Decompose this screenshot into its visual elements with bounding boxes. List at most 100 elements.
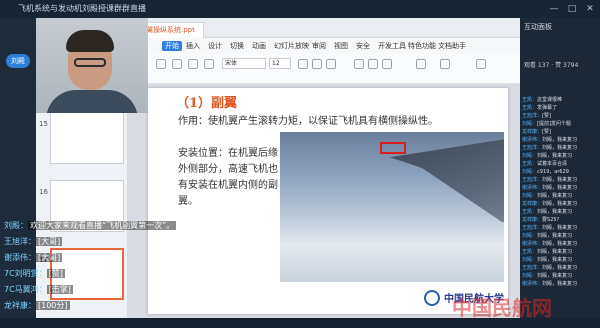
slide-title: （1）副翼 bbox=[176, 96, 238, 111]
chat-message: 王旭洋： [大哥] bbox=[4, 236, 63, 247]
panel-message-name: 王凯： bbox=[522, 105, 538, 111]
minimize-icon[interactable]: — bbox=[548, 3, 560, 15]
format-painter-icon[interactable] bbox=[204, 59, 214, 69]
panel-message: 谢添伟：刘殿，我来复习 bbox=[522, 240, 598, 248]
chat-name: 刘殿： bbox=[4, 221, 28, 230]
viewer-count: 观看 137 · 赞 3794 bbox=[524, 62, 579, 69]
maximize-icon[interactable]: □ bbox=[566, 3, 578, 15]
chat-text: [大哥] bbox=[36, 253, 63, 262]
panel-message-text: 刘殿，我来复习 bbox=[542, 265, 578, 271]
panel-message-text: [提前]发问个题 bbox=[537, 121, 571, 127]
live-window: 飞机系统与发动机刘殿授课群群直播 — □ ✕ 刘殿 机翼操纵系统.ppt ≡ 开… bbox=[0, 0, 600, 328]
chat-name: 龙祥康： bbox=[4, 301, 36, 310]
panel-message-text: 刘殿，我来复习 bbox=[537, 249, 573, 255]
panel-message: 龙祥康：刘殿，我来复习 bbox=[522, 200, 598, 208]
menu-animation[interactable]: 动画 bbox=[252, 41, 266, 51]
chat-name: 王旭洋： bbox=[4, 237, 36, 246]
panel-message-text: 刘殿，我来复习 bbox=[542, 281, 578, 287]
panel-message: 刘殿：c919，ar629 bbox=[522, 168, 598, 176]
panel-message: 龙祥康：要S25? bbox=[522, 216, 598, 224]
panel-message-name: 刘殿： bbox=[522, 273, 538, 279]
panel-message: 刘殿：刘殿，我来复习 bbox=[522, 256, 598, 264]
panel-message-name: 刘殿： bbox=[522, 153, 538, 159]
menu-design[interactable]: 设计 bbox=[208, 41, 222, 51]
panel-message-name: 龙祥康： bbox=[522, 201, 543, 207]
menu-security[interactable]: 安全 bbox=[356, 41, 370, 51]
avatar[interactable]: 刘殿 bbox=[6, 54, 30, 68]
panel-message-text: 刘殿，我来复习 bbox=[537, 273, 573, 279]
panel-message-name: 刘殿： bbox=[522, 193, 538, 199]
slide-canvas: （1）副翼 作用：使机翼产生滚转力矩，以保证飞机具有横侧操纵性。 安装位置：在机… bbox=[128, 84, 520, 318]
bold-icon[interactable] bbox=[298, 59, 308, 69]
panel-message-name: 王旭洋： bbox=[522, 265, 543, 271]
menu-doc-assistant[interactable]: 文档助手 bbox=[438, 41, 466, 51]
panel-message-text: 发弹幕了 bbox=[537, 105, 558, 111]
panel-message-name: 刘殿： bbox=[522, 233, 538, 239]
panel-message-name: 王旭洋： bbox=[522, 177, 543, 183]
slide-body-text: 安装位置：在机翼后缘外侧部分，高速飞机也有安装在机翼内侧的副翼。 bbox=[178, 148, 278, 207]
panel-message-text: [赞] bbox=[542, 129, 551, 135]
panel-message-text: c919，ar629 bbox=[537, 169, 569, 175]
menu-slideshow[interactable]: 幻灯片放映 bbox=[274, 41, 309, 51]
panel-message-text: 刘殿，我来复习 bbox=[537, 209, 573, 215]
message-list[interactable]: 王凯：这堂课很棒 王凯：发弹幕了 王旭洋：[赞] 刘殿：[提前]发问个题 龙祥康：[赞]… bbox=[522, 96, 598, 288]
chat-text: [大哥] bbox=[36, 237, 63, 246]
align-right-icon[interactable] bbox=[382, 59, 392, 69]
panel-message: 王凯：试着本百合清 bbox=[522, 160, 598, 168]
menu-start[interactable]: 开始 bbox=[162, 41, 182, 51]
panel-message-text: 刘殿，我来复习 bbox=[542, 145, 578, 151]
chat-message: 谢添伟： [大哥] bbox=[4, 252, 63, 263]
panel-message: 王凯：发弹幕了 bbox=[522, 104, 598, 112]
panel-message: 刘殿：刘殿，我来复习 bbox=[522, 272, 598, 280]
cut-icon[interactable] bbox=[172, 59, 182, 69]
panel-message-name: 王凯： bbox=[522, 209, 538, 215]
paste-icon[interactable] bbox=[156, 59, 166, 69]
panel-message-text: 刘殿，我来复习 bbox=[542, 201, 578, 207]
panel-message: 刘殿：[提前]发问个题 bbox=[522, 120, 598, 128]
glasses-icon bbox=[74, 58, 106, 67]
italic-icon[interactable] bbox=[312, 59, 322, 69]
panel-message-text: 试着本百合清 bbox=[537, 161, 568, 167]
underline-icon[interactable] bbox=[326, 59, 336, 69]
panel-message-name: 王凯： bbox=[522, 97, 538, 103]
chat-message: 7C马翼鸿： [击掌] bbox=[4, 284, 73, 295]
shape-icon[interactable] bbox=[416, 59, 426, 69]
menu-transition[interactable]: 切换 bbox=[230, 41, 244, 51]
menu-insert[interactable]: 插入 bbox=[186, 41, 200, 51]
arrange-icon[interactable] bbox=[440, 59, 450, 69]
chat-message: 刘殿： 欢迎大家来观看直播“飞机副翼第一次”。 bbox=[4, 220, 177, 231]
panel-message-name: 王旭洋： bbox=[522, 113, 543, 119]
find-icon[interactable] bbox=[476, 59, 486, 69]
panel-message: 王旭洋：[赞] bbox=[522, 112, 598, 120]
panel-message: 刘殿：刘殿，我来复习 bbox=[522, 192, 598, 200]
slide-definition: 作用：使机翼产生滚转力矩，以保证飞机具有横侧操纵性。 bbox=[178, 116, 438, 127]
close-icon[interactable]: ✕ bbox=[584, 3, 596, 15]
menu-features[interactable]: 特色功能 bbox=[408, 41, 436, 51]
slide[interactable]: （1）副翼 作用：使机翼产生滚转力矩，以保证飞机具有横侧操纵性。 安装位置：在机… bbox=[148, 88, 508, 314]
copy-icon[interactable] bbox=[188, 59, 198, 69]
panel-message-text: 刘殿，我来复习 bbox=[537, 153, 573, 159]
wing-photo bbox=[280, 132, 504, 282]
menu-developer[interactable]: 开发工具 bbox=[378, 41, 406, 51]
panel-message-text: [赞] bbox=[542, 113, 551, 119]
align-left-icon[interactable] bbox=[354, 59, 364, 69]
align-center-icon[interactable] bbox=[368, 59, 378, 69]
chat-name: 7C马翼鸿： bbox=[4, 285, 47, 294]
panel-message: 谢添伟：刘殿，我来复习 bbox=[522, 280, 598, 288]
left-column: 刘殿 bbox=[0, 18, 36, 328]
panel-message-text: 这堂课很棒 bbox=[537, 97, 563, 103]
slide-thumbnail[interactable] bbox=[50, 112, 124, 164]
font-size-select[interactable]: 12 bbox=[269, 58, 291, 69]
chat-text: 欢迎大家来观看直播“飞机副翼第一次”。 bbox=[28, 221, 177, 230]
panel-message: 王旭洋：刘殿，我来复习 bbox=[522, 264, 598, 272]
panel-message-name: 王旭洋： bbox=[522, 145, 543, 151]
slide-number: 15 bbox=[39, 120, 48, 128]
font-name-select[interactable]: 宋体 bbox=[222, 58, 266, 69]
slide-thumbnail-pane[interactable]: 15 16 17 bbox=[36, 84, 128, 318]
menu-review[interactable]: 审阅 bbox=[312, 41, 326, 51]
panel-message-text: 刘殿，我来复习 bbox=[542, 225, 578, 231]
slide-number: 16 bbox=[39, 188, 48, 196]
aileron-highlight-box bbox=[380, 142, 406, 154]
menu-view[interactable]: 视图 bbox=[334, 41, 348, 51]
panel-message-text: 刘殿，我来复习 bbox=[542, 241, 578, 247]
